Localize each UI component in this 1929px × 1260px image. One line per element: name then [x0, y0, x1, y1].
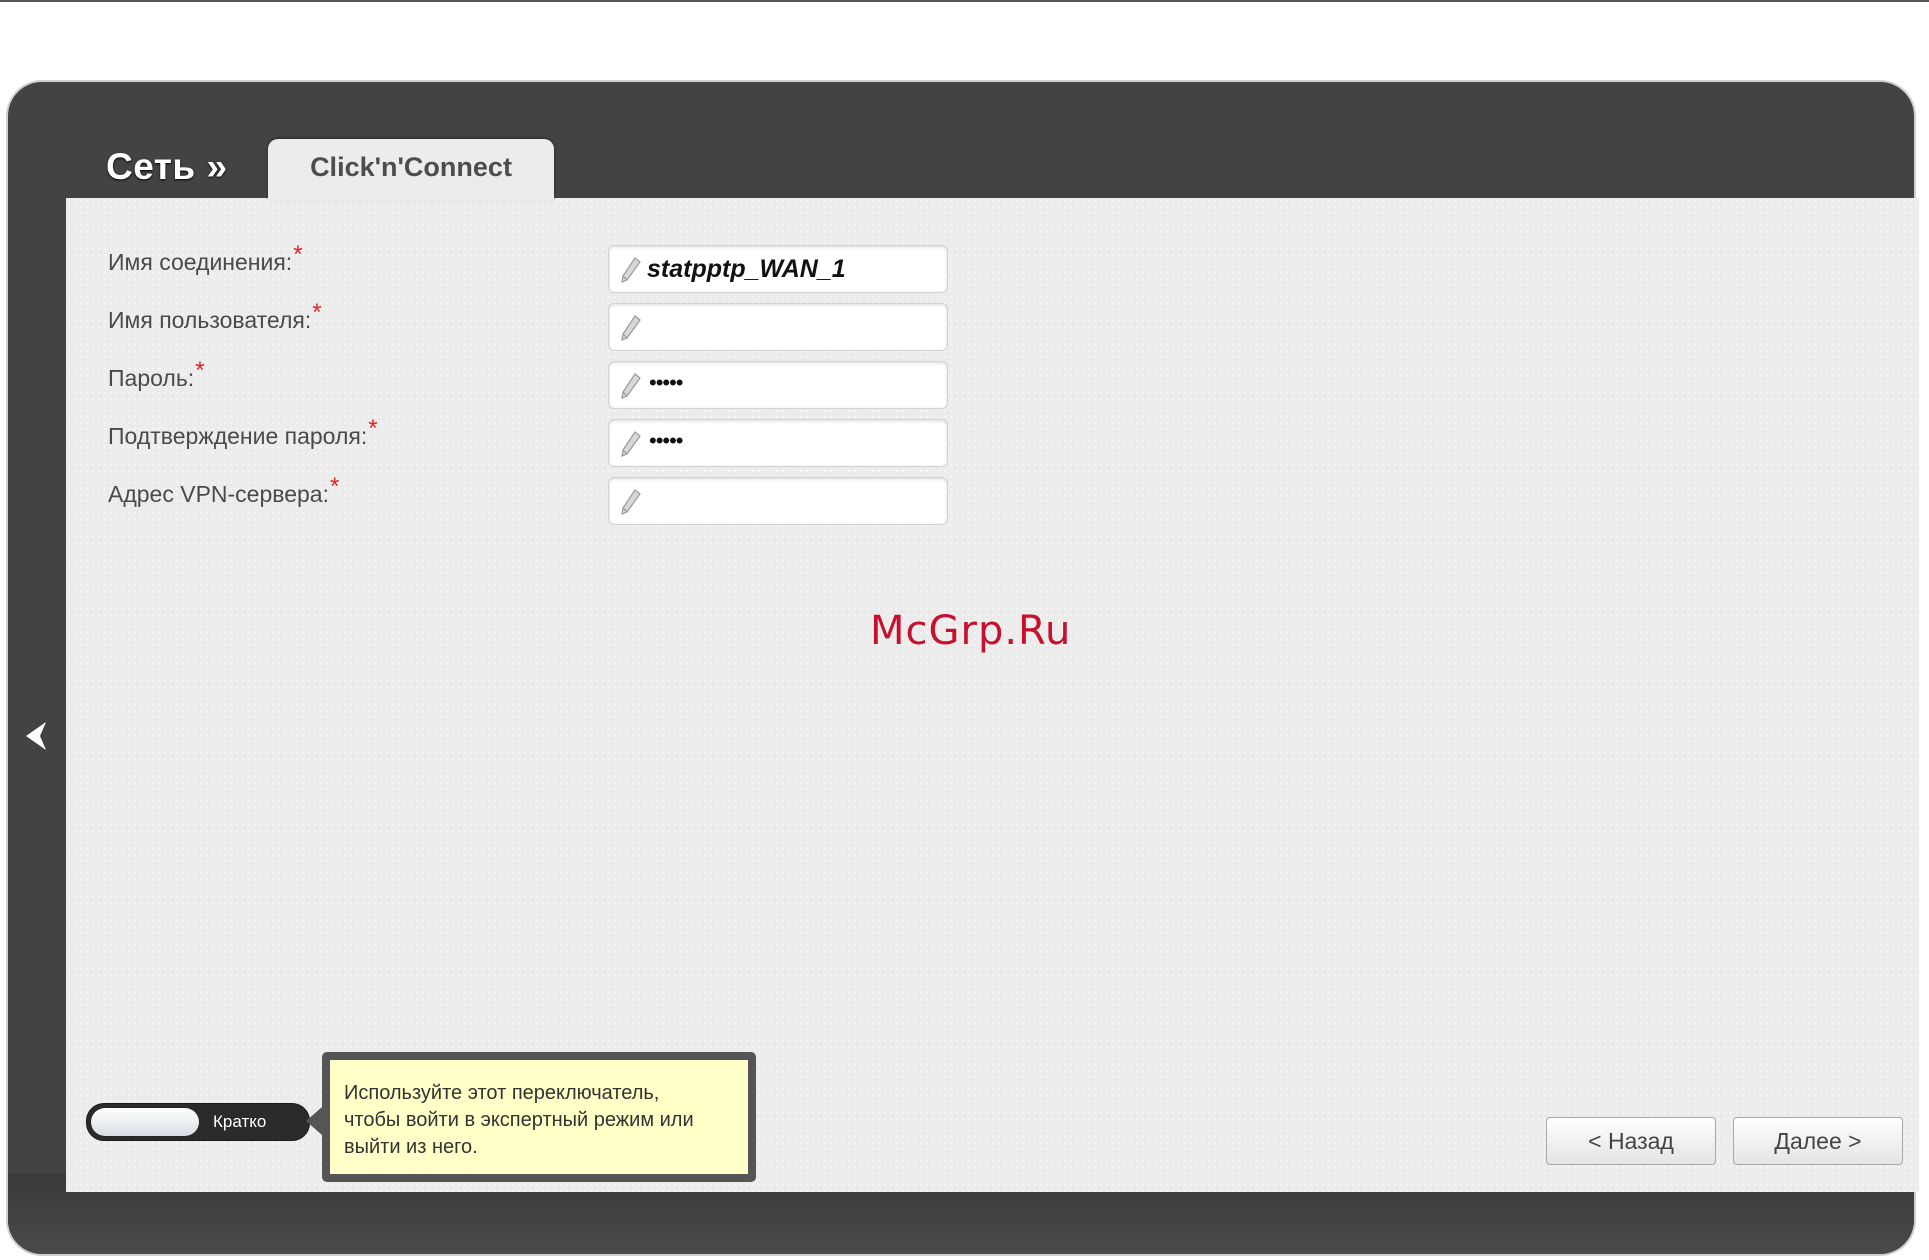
toggle-knob[interactable] — [91, 1108, 199, 1136]
pencil-icon — [621, 315, 641, 341]
tab-clicknconnect[interactable]: Click'n'Connect — [268, 139, 554, 201]
vpn-server-label: Адрес VPN-сервера: — [108, 481, 329, 507]
page-title: Сеть » — [106, 146, 228, 187]
toggle-label: Кратко — [213, 1112, 267, 1131]
required-marker: * — [368, 415, 378, 442]
next-button[interactable]: Далее > — [1733, 1117, 1903, 1165]
mode-toggle[interactable]: Кратко — [86, 1103, 310, 1141]
password-value: ••••• — [649, 370, 684, 395]
tooltip-line: чтобы войти в экспертный режим или — [344, 1109, 694, 1131]
password-label: Пароль: — [108, 365, 195, 391]
connection-name-value: statpptp_WAN_1 — [647, 255, 846, 283]
tooltip-line: Используйте этот переключатель, — [344, 1082, 660, 1104]
top-divider — [0, 0, 1929, 2]
pencil-icon — [621, 489, 641, 515]
vpn-server-input[interactable] — [608, 477, 948, 525]
pencil-icon — [621, 431, 641, 457]
connection-name-input[interactable]: statpptp_WAN_1 — [608, 245, 948, 293]
required-marker: * — [195, 357, 205, 384]
chevron-left-icon[interactable] — [20, 718, 56, 754]
password-confirm-label: Подтверждение пароля: — [108, 423, 368, 449]
tab-label: Click'n'Connect — [310, 152, 512, 182]
help-tooltip: Используйте этот переключатель, чтобы во… — [306, 1052, 756, 1182]
password-confirm-value: ••••• — [649, 428, 684, 453]
required-marker: * — [293, 241, 303, 268]
pencil-icon — [621, 257, 641, 283]
required-marker: * — [312, 299, 322, 326]
password-confirm-input[interactable]: ••••• — [608, 419, 948, 467]
username-label: Имя пользователя: — [108, 307, 312, 333]
tooltip-line: выйти из него. — [344, 1136, 478, 1158]
password-input[interactable]: ••••• — [608, 361, 948, 409]
username-input[interactable] — [608, 303, 948, 351]
pencil-icon — [621, 373, 641, 399]
connection-name-label: Имя соединения: — [108, 249, 293, 275]
content-panel — [66, 198, 1919, 1192]
back-button[interactable]: < Назад — [1546, 1117, 1716, 1165]
required-marker: * — [330, 473, 340, 500]
watermark: McGrp.Ru — [870, 608, 1072, 654]
